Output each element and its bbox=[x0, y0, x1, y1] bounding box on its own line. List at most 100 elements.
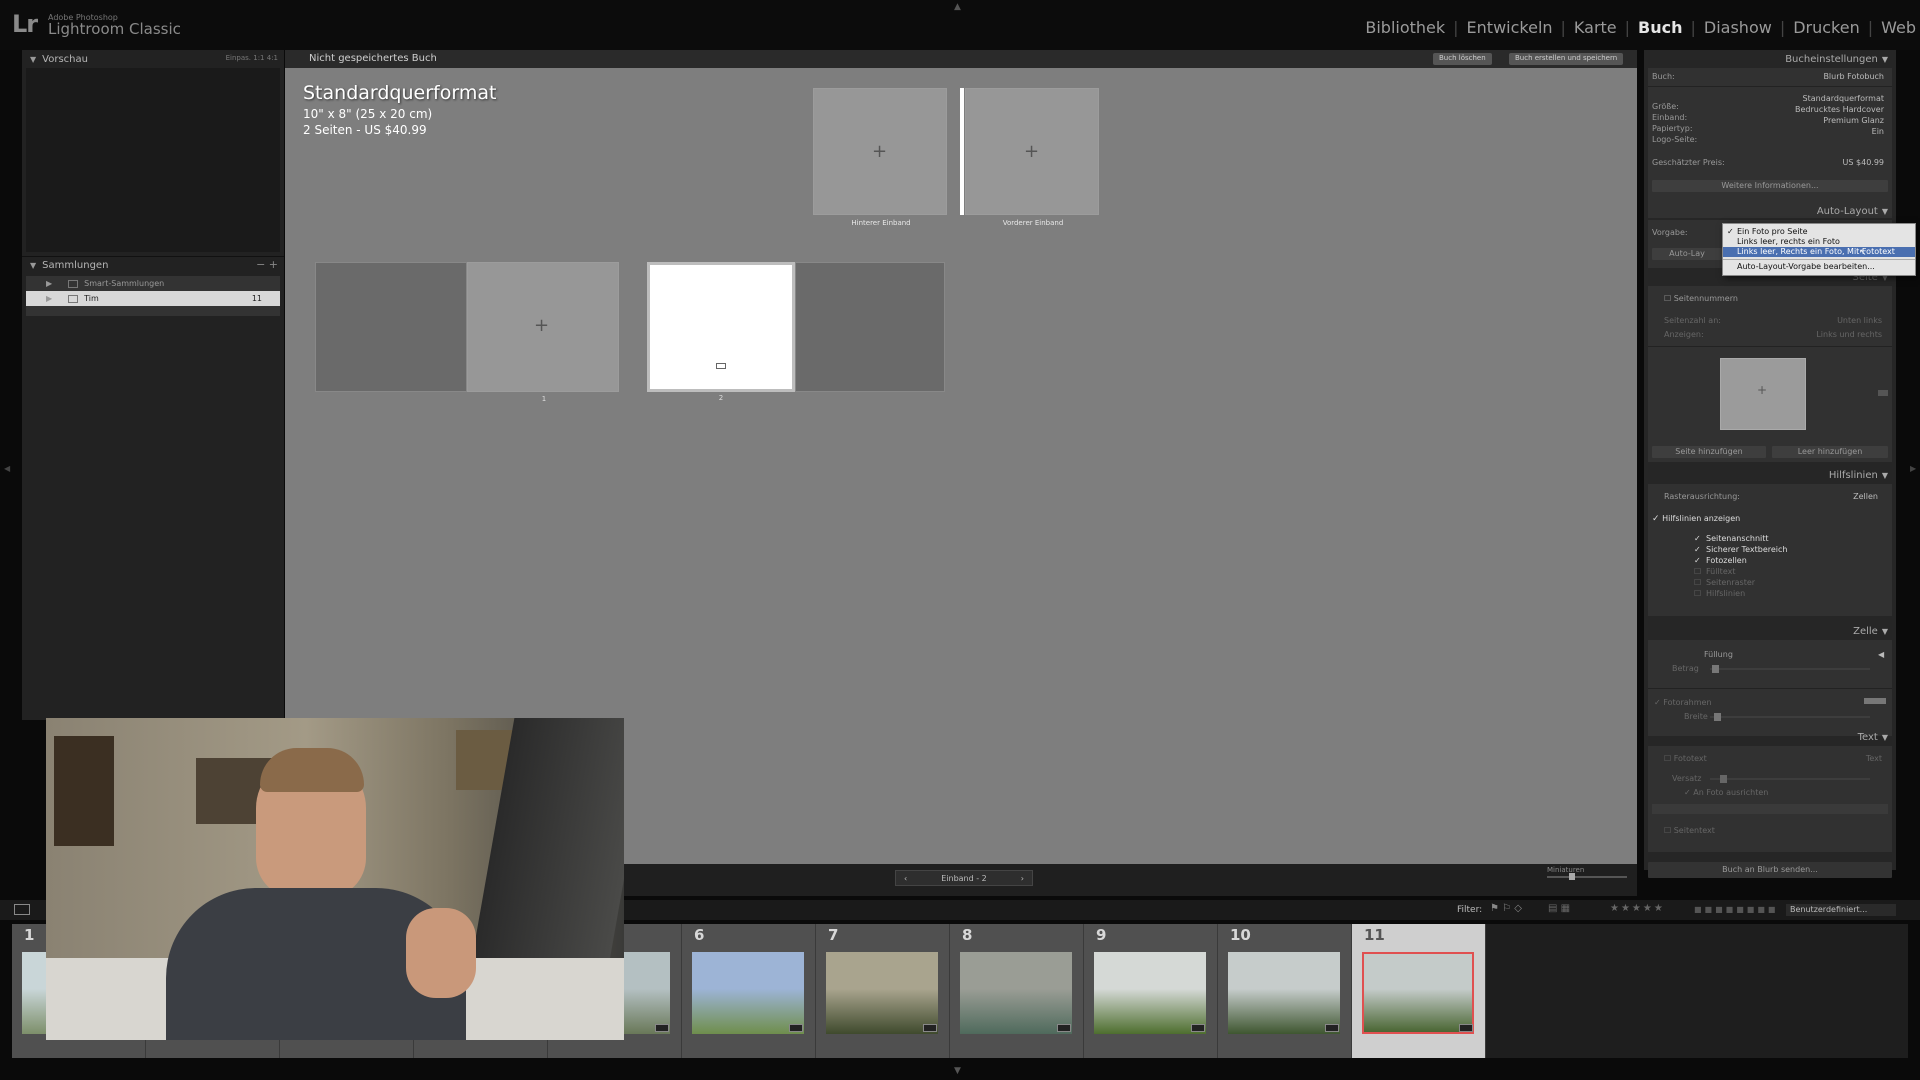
collections-add-remove[interactable]: − + bbox=[256, 258, 278, 271]
border-color-swatch[interactable] bbox=[1864, 698, 1886, 704]
more-info-button[interactable]: Weitere Informationen... bbox=[1652, 180, 1888, 192]
prev-page-icon[interactable]: ‹ bbox=[904, 874, 907, 883]
filmstrip-cell[interactable]: 10 bbox=[1218, 924, 1352, 1058]
dropdown-item[interactable]: Links leer, Rechts ein Foto, Mit Fototex… bbox=[1723, 247, 1915, 257]
filmstrip-cell[interactable]: 11 bbox=[1352, 924, 1486, 1058]
guide-checkbox[interactable]: ☐ Fülltext bbox=[1694, 567, 1874, 578]
book-setting-row[interactable]: Papiertyp: Premium Glanz bbox=[1652, 116, 1888, 133]
photo-thumbnail[interactable] bbox=[1362, 952, 1474, 1034]
template-menu-icon[interactable] bbox=[1878, 390, 1888, 396]
guide-checkbox[interactable]: ✓ Fotozellen bbox=[1694, 556, 1874, 567]
filmstrip-cell[interactable]: 6 bbox=[682, 924, 816, 1058]
width-slider-knob[interactable] bbox=[1714, 713, 1721, 721]
amount-slider-knob[interactable] bbox=[1712, 665, 1719, 673]
front-cover-page[interactable]: + Vorderer Einband bbox=[965, 88, 1099, 227]
module-bibliothek[interactable]: Bibliothek bbox=[1365, 18, 1445, 37]
next-page-icon[interactable]: › bbox=[1021, 874, 1024, 883]
guide-checkbox[interactable]: ☐ Seitenraster bbox=[1694, 578, 1874, 589]
page-text-checkbox[interactable]: ☐ Seitentext bbox=[1664, 826, 1715, 835]
page-2[interactable]: 2 bbox=[647, 262, 795, 402]
module-buch[interactable]: Buch bbox=[1638, 18, 1682, 37]
expand-triangle-icon[interactable]: ▶ bbox=[46, 279, 52, 288]
photo-border-checkbox[interactable]: ✓ Fotorahmen bbox=[1654, 698, 1712, 707]
setting-value[interactable]: Standardquerformat bbox=[1803, 94, 1884, 103]
photo-thumbnail[interactable] bbox=[826, 952, 938, 1034]
page-display-select[interactable]: Links und rechts bbox=[1816, 330, 1882, 339]
filmstrip-cell[interactable]: 8 bbox=[950, 924, 1084, 1058]
book-settings-header[interactable]: Bucheinstellungen ▼ bbox=[1785, 54, 1888, 65]
book-setting-row[interactable]: Größe: Standardquerformat bbox=[1652, 94, 1888, 111]
page-template-preview[interactable]: + bbox=[1720, 358, 1806, 430]
book-label: Buch: bbox=[1652, 72, 1675, 81]
guide-label: Sicherer Textbereich bbox=[1706, 545, 1788, 554]
collection-item-tim[interactable]: ▶ Tim 11 bbox=[26, 291, 280, 306]
amount-slider[interactable] bbox=[1710, 668, 1870, 670]
dropdown-item[interactable]: Links leer, rechts ein Foto bbox=[1723, 237, 1915, 247]
add-blank-button[interactable]: Leer hinzufügen bbox=[1772, 446, 1888, 458]
module-drucken[interactable]: Drucken bbox=[1793, 18, 1860, 37]
photo-thumbnail[interactable] bbox=[960, 952, 1072, 1034]
module-karte[interactable]: Karte bbox=[1574, 18, 1617, 37]
book-setting-row[interactable]: Einband: Bedrucktes Hardcover bbox=[1652, 105, 1888, 122]
rating-filter[interactable]: ★★★★★ bbox=[1610, 903, 1665, 914]
photo-thumbnail[interactable] bbox=[692, 952, 804, 1034]
setting-value[interactable]: Bedrucktes Hardcover bbox=[1795, 105, 1884, 114]
delete-book-button[interactable]: Buch löschen bbox=[1433, 53, 1492, 65]
photo-thumbnail[interactable] bbox=[1094, 952, 1206, 1034]
module-entwickeln[interactable]: Entwickeln bbox=[1467, 18, 1553, 37]
photo-text-select[interactable]: Text bbox=[1866, 754, 1882, 763]
status-filter-icon[interactable]: ▤ ▦ bbox=[1548, 903, 1570, 914]
padding-link-icon[interactable]: ◀ bbox=[1878, 650, 1884, 659]
flag-filter-icon[interactable]: ⚑ ⚐ ◇ bbox=[1490, 903, 1522, 914]
expand-triangle-icon[interactable]: ▶ bbox=[46, 294, 52, 303]
guide-checkbox[interactable]: ✓ Seitenanschnitt bbox=[1694, 534, 1874, 545]
guide-checkbox[interactable]: ☐ Hilfslinien bbox=[1694, 589, 1874, 600]
collections-panel-header[interactable]: ▼ Sammlungen bbox=[22, 256, 284, 274]
setting-value[interactable]: Premium Glanz bbox=[1823, 116, 1884, 125]
book-type-select[interactable]: Blurb Fotobuch bbox=[1823, 72, 1884, 81]
main-window-icon[interactable] bbox=[14, 904, 30, 915]
book-setting-row[interactable]: Logo-Seite: Ein bbox=[1652, 127, 1888, 144]
auto-layout-header[interactable]: Auto-Layout ▼ bbox=[1817, 206, 1888, 217]
text-header[interactable]: Text ▼ bbox=[1858, 732, 1888, 743]
text-style-bar[interactable] bbox=[1652, 804, 1888, 814]
filmstrip-cell[interactable]: 9 bbox=[1084, 924, 1218, 1058]
setting-value[interactable]: Ein bbox=[1872, 127, 1884, 136]
auto-layout-button[interactable]: Auto-Lay bbox=[1652, 248, 1722, 260]
filter-preset-select[interactable]: Benutzerdefiniert... bbox=[1786, 904, 1896, 916]
thumbnails-slider-knob[interactable] bbox=[1569, 873, 1575, 880]
align-photo-checkbox[interactable]: ✓ An Foto ausrichten bbox=[1684, 788, 1768, 797]
create-save-book-button[interactable]: Buch erstellen und speichern bbox=[1509, 53, 1624, 65]
dropdown-item-edit-preset[interactable]: Auto-Layout-Vorgabe bearbeiten... bbox=[1723, 262, 1915, 272]
page-pos-select[interactable]: Unten links bbox=[1837, 316, 1882, 325]
module-web[interactable]: Web bbox=[1881, 18, 1916, 37]
back-cover-page[interactable]: + Hinterer Einband bbox=[813, 88, 947, 227]
page-1[interactable]: + 1 bbox=[467, 262, 619, 403]
module-separator: | bbox=[1624, 18, 1631, 37]
guides-header[interactable]: Hilfslinien ▼ bbox=[1829, 470, 1888, 481]
module-diashow[interactable]: Diashow bbox=[1704, 18, 1772, 37]
right-panel-toggle-icon[interactable]: ▶ bbox=[1910, 464, 1916, 473]
cell-header[interactable]: Zelle ▼ bbox=[1853, 626, 1888, 637]
grid-snap-select[interactable]: Zellen bbox=[1853, 492, 1878, 501]
add-page-button[interactable]: Seite hinzufügen bbox=[1652, 446, 1766, 458]
left-panel-toggle-icon[interactable]: ◀ bbox=[4, 464, 10, 473]
preview-zoom-options[interactable]: Einpas. 1:1 4:1 bbox=[226, 54, 278, 62]
width-slider[interactable] bbox=[1710, 716, 1870, 718]
collection-item-smart[interactable]: ▶ Smart-Sammlungen bbox=[26, 276, 280, 291]
offset-slider[interactable] bbox=[1710, 778, 1870, 780]
thumbnails-slider[interactable] bbox=[1547, 876, 1627, 878]
book-spine[interactable] bbox=[960, 88, 964, 215]
guide-checkbox[interactable]: ✓ Sicherer Textbereich bbox=[1694, 545, 1874, 556]
filmstrip-cell[interactable]: 7 bbox=[816, 924, 950, 1058]
offset-slider-knob[interactable] bbox=[1720, 775, 1727, 783]
bottom-panel-toggle-icon[interactable]: ▼ bbox=[954, 1066, 961, 1076]
top-panel-toggle-icon[interactable]: ▲ bbox=[954, 2, 961, 12]
photo-text-checkbox[interactable]: ☐ Fototext bbox=[1664, 754, 1707, 763]
color-label-filter[interactable]: ■■■■■■■■ bbox=[1694, 905, 1778, 914]
send-to-blurb-button[interactable]: Buch an Blurb senden... bbox=[1648, 862, 1892, 878]
photo-thumbnail[interactable] bbox=[1228, 952, 1340, 1034]
page-numbers-checkbox[interactable]: ☐ Seitennummern bbox=[1664, 294, 1738, 303]
dropdown-item[interactable]: ✓ Ein Foto pro Seite bbox=[1723, 227, 1915, 237]
show-guides-checkbox[interactable]: ✓ Hilfslinien anzeigen bbox=[1652, 514, 1740, 524]
